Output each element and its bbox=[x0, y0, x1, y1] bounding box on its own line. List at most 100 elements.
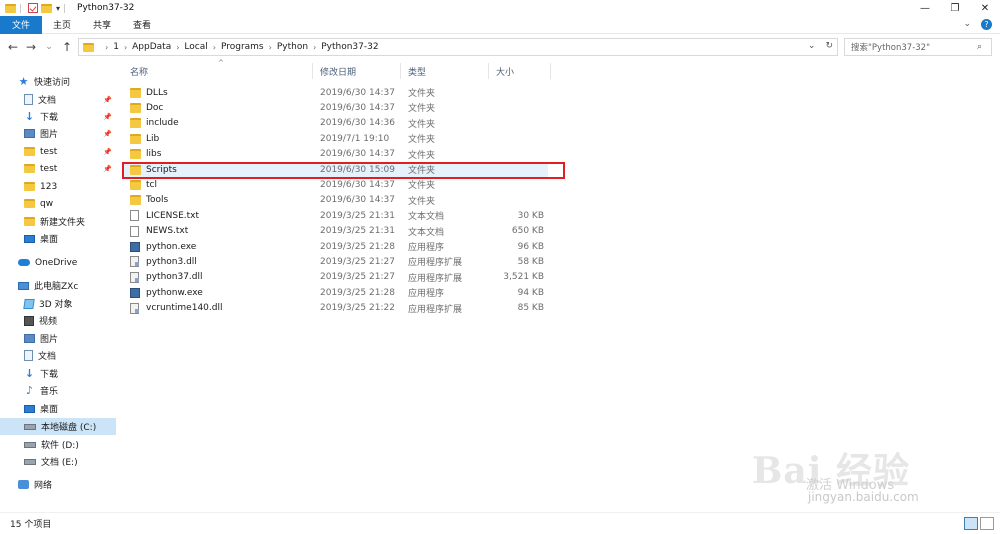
breadcrumb-separator[interactable]: › bbox=[269, 43, 272, 52]
details-view-button[interactable] bbox=[964, 517, 978, 530]
file-row[interactable]: python.exe 2019/3/25 21:28 应用程序 96 KB bbox=[122, 239, 550, 254]
file-name-cell[interactable]: pythonw.exe bbox=[130, 287, 203, 298]
file-row[interactable]: Lib 2019/7/1 19:10 文件夹 bbox=[122, 131, 550, 146]
properties-icon[interactable] bbox=[28, 3, 38, 13]
nav-item[interactable]: 文档 (E:) bbox=[0, 453, 116, 470]
file-row[interactable]: vcruntime140.dll 2019/3/25 21:22 应用程序扩展 85 … bbox=[122, 301, 550, 316]
file-name-cell[interactable]: libs bbox=[130, 149, 161, 160]
file-row[interactable]: LICENSE.txt 2019/3/25 21:31 文本文档 30 KB bbox=[122, 208, 550, 223]
file-name[interactable]: DLLs bbox=[146, 88, 168, 98]
column-divider[interactable] bbox=[312, 63, 313, 79]
file-name-cell[interactable]: python.exe bbox=[130, 241, 196, 252]
tab-view[interactable]: 查看 bbox=[122, 16, 162, 34]
breadcrumb-separator[interactable]: › bbox=[105, 43, 108, 52]
file-name[interactable]: python3.dll bbox=[146, 257, 197, 267]
nav-item[interactable]: 桌面 bbox=[0, 230, 116, 247]
nav-item[interactable]: 3D 对象 bbox=[0, 295, 116, 312]
breadcrumb-current[interactable]: Python37-32 bbox=[321, 42, 378, 52]
breadcrumb-item[interactable]: Python bbox=[277, 42, 308, 52]
file-name-cell[interactable]: NEWS.txt bbox=[130, 225, 188, 237]
nav-item[interactable]: 123 bbox=[0, 178, 116, 195]
file-row[interactable]: python37.dll 2019/3/25 21:27 应用程序扩展 3,521 K… bbox=[122, 270, 550, 285]
file-name[interactable]: include bbox=[146, 118, 179, 128]
breadcrumb-item[interactable]: AppData bbox=[132, 42, 171, 52]
nav-item[interactable]: test 📌 bbox=[0, 160, 116, 177]
nav-item[interactable]: 文档 bbox=[0, 347, 116, 364]
file-row[interactable]: libs 2019/6/30 14:37 文件夹 bbox=[122, 147, 550, 162]
file-row[interactable]: python3.dll 2019/3/25 21:27 应用程序扩展 58 KB bbox=[122, 254, 550, 269]
column-divider[interactable] bbox=[550, 63, 551, 79]
customize-toolbar-chevron-icon[interactable]: ▾ bbox=[56, 4, 60, 13]
nav-item[interactable]: test 📌 bbox=[0, 143, 116, 160]
file-row[interactable]: NEWS.txt 2019/3/25 21:31 文本文档 650 KB bbox=[122, 224, 550, 239]
breadcrumb-separator[interactable]: › bbox=[313, 43, 316, 52]
file-name[interactable]: Lib bbox=[146, 134, 159, 144]
minimize-button[interactable]: — bbox=[910, 0, 940, 16]
forward-arrow-icon[interactable]: → bbox=[22, 40, 40, 54]
file-name[interactable]: pythonw.exe bbox=[146, 288, 203, 298]
address-bar[interactable]: › 1 › AppData › Local › Programs › Pytho… bbox=[78, 38, 838, 56]
nav-item[interactable]: 图片 bbox=[0, 330, 116, 347]
nav-item[interactable]: 桌面 bbox=[0, 400, 116, 417]
recent-locations-chevron-icon[interactable]: ⌄ bbox=[40, 42, 58, 52]
nav-item[interactable]: 软件 (D:) bbox=[0, 436, 116, 453]
search-box[interactable]: 搜索"Python37-32" ⌕ bbox=[844, 38, 992, 56]
file-name-cell[interactable]: vcruntime140.dll bbox=[130, 302, 222, 314]
nav-item[interactable]: qw bbox=[0, 195, 116, 212]
nav-item[interactable]: 此电脑ZXc bbox=[0, 277, 116, 294]
breadcrumb-separator[interactable]: › bbox=[124, 43, 127, 52]
file-row[interactable]: tcl 2019/6/30 14:37 文件夹 bbox=[122, 177, 550, 192]
back-arrow-icon[interactable]: ← bbox=[4, 40, 22, 54]
nav-item[interactable]: 网络 bbox=[0, 476, 116, 493]
file-row[interactable]: include 2019/6/30 14:36 文件夹 bbox=[122, 116, 550, 131]
nav-item[interactable]: 本地磁盘 (C:) bbox=[0, 418, 116, 435]
file-name-cell[interactable]: Lib bbox=[130, 133, 159, 144]
file-name-cell[interactable]: python3.dll bbox=[130, 256, 197, 268]
breadcrumb-item[interactable]: Local bbox=[184, 42, 207, 52]
large-icons-view-button[interactable] bbox=[980, 517, 994, 530]
file-name[interactable]: python37.dll bbox=[146, 272, 203, 282]
file-name[interactable]: tcl bbox=[146, 180, 157, 190]
file-name[interactable]: Tools bbox=[146, 195, 168, 205]
file-name-cell[interactable]: python37.dll bbox=[130, 271, 203, 283]
file-name-cell[interactable]: Doc bbox=[130, 102, 163, 113]
tab-file[interactable]: 文件 bbox=[0, 15, 43, 34]
column-divider[interactable] bbox=[400, 63, 401, 79]
new-folder-icon[interactable] bbox=[41, 3, 52, 13]
file-name[interactable]: python.exe bbox=[146, 242, 196, 252]
file-name-cell[interactable]: include bbox=[130, 118, 179, 129]
nav-item[interactable]: 文档 📌 bbox=[0, 91, 116, 108]
file-row[interactable]: Doc 2019/6/30 14:37 文件夹 bbox=[122, 100, 550, 115]
close-button[interactable]: ✕ bbox=[970, 0, 1000, 16]
search-icon[interactable]: ⌕ bbox=[977, 42, 991, 52]
file-row[interactable]: pythonw.exe 2019/3/25 21:28 应用程序 94 KB bbox=[122, 285, 550, 300]
nav-item[interactable]: ↓ 下载 bbox=[0, 365, 116, 382]
file-name[interactable]: Doc bbox=[146, 103, 163, 113]
breadcrumb-separator[interactable]: › bbox=[213, 43, 216, 52]
breadcrumb-separator[interactable]: › bbox=[176, 43, 179, 52]
expand-ribbon-chevron-icon[interactable]: ⌄ bbox=[963, 19, 971, 30]
file-name[interactable]: vcruntime140.dll bbox=[146, 303, 222, 313]
file-name-cell[interactable]: DLLs bbox=[130, 87, 168, 98]
help-icon[interactable]: ? bbox=[981, 19, 992, 30]
search-input[interactable]: 搜索"Python37-32" bbox=[851, 41, 977, 53]
tab-share[interactable]: 共享 bbox=[82, 16, 122, 34]
file-name-cell[interactable]: LICENSE.txt bbox=[130, 210, 199, 222]
nav-item[interactable]: 图片 📌 bbox=[0, 125, 116, 142]
breadcrumb-item[interactable]: 1 bbox=[113, 42, 119, 52]
address-history-chevron-icon[interactable]: ⌄ bbox=[808, 41, 816, 51]
tab-home[interactable]: 主页 bbox=[42, 16, 82, 34]
refresh-icon[interactable]: ↻ bbox=[825, 41, 833, 51]
column-header-type[interactable]: 类型 bbox=[408, 60, 426, 82]
column-header-name[interactable]: 名称 bbox=[130, 60, 148, 82]
column-header-size[interactable]: 大小 bbox=[496, 60, 514, 82]
breadcrumb-item[interactable]: Programs bbox=[221, 42, 264, 52]
file-row[interactable]: Tools 2019/6/30 14:37 文件夹 bbox=[122, 193, 550, 208]
file-name-cell[interactable]: tcl bbox=[130, 179, 157, 190]
nav-item[interactable]: 视频 bbox=[0, 312, 116, 329]
restore-button[interactable]: ❐ bbox=[940, 0, 970, 16]
nav-item[interactable]: ♪ 音乐 bbox=[0, 382, 116, 399]
file-name[interactable]: libs bbox=[146, 149, 161, 159]
column-header-date[interactable]: 修改日期 bbox=[320, 60, 356, 82]
nav-item[interactable]: ↓ 下载 📌 bbox=[0, 108, 116, 125]
